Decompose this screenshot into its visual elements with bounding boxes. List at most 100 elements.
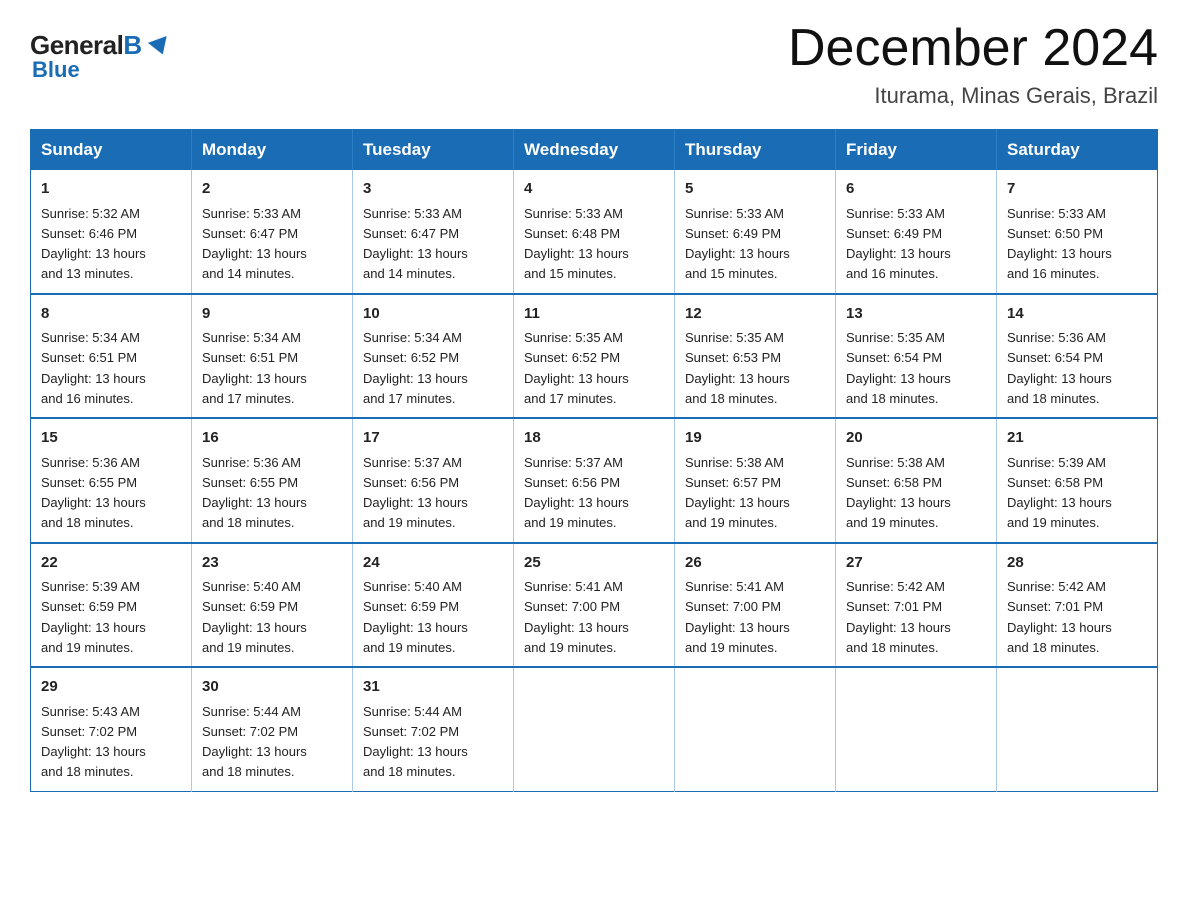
day-info: Sunrise: 5:38 AMSunset: 6:58 PMDaylight:…: [846, 455, 951, 531]
calendar-cell: 30 Sunrise: 5:44 AMSunset: 7:02 PMDaylig…: [192, 667, 353, 791]
day-number: 11: [524, 303, 664, 326]
calendar-cell: 15 Sunrise: 5:36 AMSunset: 6:55 PMDaylig…: [31, 418, 192, 543]
day-info: Sunrise: 5:42 AMSunset: 7:01 PMDaylight:…: [846, 579, 951, 655]
calendar-cell: 19 Sunrise: 5:38 AMSunset: 6:57 PMDaylig…: [675, 418, 836, 543]
header-cell-thursday: Thursday: [675, 130, 836, 171]
calendar-cell: 11 Sunrise: 5:35 AMSunset: 6:52 PMDaylig…: [514, 294, 675, 419]
calendar-cell: 13 Sunrise: 5:35 AMSunset: 6:54 PMDaylig…: [836, 294, 997, 419]
day-info: Sunrise: 5:35 AMSunset: 6:52 PMDaylight:…: [524, 330, 629, 406]
logo-blue-letter: B: [123, 30, 142, 60]
day-number: 10: [363, 303, 503, 326]
calendar-cell: 27 Sunrise: 5:42 AMSunset: 7:01 PMDaylig…: [836, 543, 997, 668]
header-cell-tuesday: Tuesday: [353, 130, 514, 171]
calendar-cell: 2 Sunrise: 5:33 AMSunset: 6:47 PMDayligh…: [192, 170, 353, 294]
day-number: 4: [524, 178, 664, 201]
header: General B Blue December 2024 Iturama, Mi…: [30, 20, 1158, 109]
day-number: 17: [363, 427, 503, 450]
day-info: Sunrise: 5:34 AMSunset: 6:51 PMDaylight:…: [202, 330, 307, 406]
calendar-week-1: 1 Sunrise: 5:32 AMSunset: 6:46 PMDayligh…: [31, 170, 1158, 294]
page-title: December 2024: [788, 20, 1158, 77]
calendar-cell: 5 Sunrise: 5:33 AMSunset: 6:49 PMDayligh…: [675, 170, 836, 294]
calendar-cell: 3 Sunrise: 5:33 AMSunset: 6:47 PMDayligh…: [353, 170, 514, 294]
day-info: Sunrise: 5:41 AMSunset: 7:00 PMDaylight:…: [524, 579, 629, 655]
calendar-cell: 1 Sunrise: 5:32 AMSunset: 6:46 PMDayligh…: [31, 170, 192, 294]
day-info: Sunrise: 5:36 AMSunset: 6:55 PMDaylight:…: [41, 455, 146, 531]
day-info: Sunrise: 5:36 AMSunset: 6:55 PMDaylight:…: [202, 455, 307, 531]
day-number: 12: [685, 303, 825, 326]
day-info: Sunrise: 5:34 AMSunset: 6:52 PMDaylight:…: [363, 330, 468, 406]
day-info: Sunrise: 5:33 AMSunset: 6:48 PMDaylight:…: [524, 206, 629, 282]
day-number: 3: [363, 178, 503, 201]
day-number: 14: [1007, 303, 1147, 326]
calendar-table: SundayMondayTuesdayWednesdayThursdayFrid…: [30, 129, 1158, 792]
subtitle: Iturama, Minas Gerais, Brazil: [788, 83, 1158, 109]
day-number: 7: [1007, 178, 1147, 201]
day-number: 21: [1007, 427, 1147, 450]
calendar-cell: 23 Sunrise: 5:40 AMSunset: 6:59 PMDaylig…: [192, 543, 353, 668]
calendar-cell: 10 Sunrise: 5:34 AMSunset: 6:52 PMDaylig…: [353, 294, 514, 419]
header-cell-friday: Friday: [836, 130, 997, 171]
calendar-cell: 7 Sunrise: 5:33 AMSunset: 6:50 PMDayligh…: [997, 170, 1158, 294]
calendar-cell: 4 Sunrise: 5:33 AMSunset: 6:48 PMDayligh…: [514, 170, 675, 294]
day-info: Sunrise: 5:44 AMSunset: 7:02 PMDaylight:…: [363, 704, 468, 780]
day-number: 24: [363, 552, 503, 575]
calendar-cell: 9 Sunrise: 5:34 AMSunset: 6:51 PMDayligh…: [192, 294, 353, 419]
day-number: 28: [1007, 552, 1147, 575]
header-cell-wednesday: Wednesday: [514, 130, 675, 171]
day-number: 29: [41, 676, 181, 699]
calendar-body: 1 Sunrise: 5:32 AMSunset: 6:46 PMDayligh…: [31, 170, 1158, 791]
day-info: Sunrise: 5:44 AMSunset: 7:02 PMDaylight:…: [202, 704, 307, 780]
day-info: Sunrise: 5:36 AMSunset: 6:54 PMDaylight:…: [1007, 330, 1112, 406]
calendar-cell: 26 Sunrise: 5:41 AMSunset: 7:00 PMDaylig…: [675, 543, 836, 668]
day-info: Sunrise: 5:37 AMSunset: 6:56 PMDaylight:…: [363, 455, 468, 531]
day-info: Sunrise: 5:32 AMSunset: 6:46 PMDaylight:…: [41, 206, 146, 282]
logo-blue-part: B: [123, 30, 169, 61]
header-cell-monday: Monday: [192, 130, 353, 171]
calendar-cell: 29 Sunrise: 5:43 AMSunset: 7:02 PMDaylig…: [31, 667, 192, 791]
day-info: Sunrise: 5:42 AMSunset: 7:01 PMDaylight:…: [1007, 579, 1112, 655]
day-info: Sunrise: 5:43 AMSunset: 7:02 PMDaylight:…: [41, 704, 146, 780]
calendar-cell: 14 Sunrise: 5:36 AMSunset: 6:54 PMDaylig…: [997, 294, 1158, 419]
day-info: Sunrise: 5:37 AMSunset: 6:56 PMDaylight:…: [524, 455, 629, 531]
title-area: December 2024 Iturama, Minas Gerais, Bra…: [788, 20, 1158, 109]
calendar-cell: 6 Sunrise: 5:33 AMSunset: 6:49 PMDayligh…: [836, 170, 997, 294]
day-number: 30: [202, 676, 342, 699]
logo-triangle-icon: [147, 36, 171, 58]
day-number: 19: [685, 427, 825, 450]
day-info: Sunrise: 5:39 AMSunset: 6:59 PMDaylight:…: [41, 579, 146, 655]
calendar-cell: 16 Sunrise: 5:36 AMSunset: 6:55 PMDaylig…: [192, 418, 353, 543]
calendar-week-4: 22 Sunrise: 5:39 AMSunset: 6:59 PMDaylig…: [31, 543, 1158, 668]
day-info: Sunrise: 5:41 AMSunset: 7:00 PMDaylight:…: [685, 579, 790, 655]
day-number: 18: [524, 427, 664, 450]
day-number: 2: [202, 178, 342, 201]
calendar-cell: 21 Sunrise: 5:39 AMSunset: 6:58 PMDaylig…: [997, 418, 1158, 543]
calendar-cell: 20 Sunrise: 5:38 AMSunset: 6:58 PMDaylig…: [836, 418, 997, 543]
day-number: 9: [202, 303, 342, 326]
day-info: Sunrise: 5:34 AMSunset: 6:51 PMDaylight:…: [41, 330, 146, 406]
day-number: 23: [202, 552, 342, 575]
calendar-cell: 31 Sunrise: 5:44 AMSunset: 7:02 PMDaylig…: [353, 667, 514, 791]
day-number: 1: [41, 178, 181, 201]
day-number: 26: [685, 552, 825, 575]
calendar-cell: 12 Sunrise: 5:35 AMSunset: 6:53 PMDaylig…: [675, 294, 836, 419]
day-info: Sunrise: 5:38 AMSunset: 6:57 PMDaylight:…: [685, 455, 790, 531]
header-row: SundayMondayTuesdayWednesdayThursdayFrid…: [31, 130, 1158, 171]
calendar-week-3: 15 Sunrise: 5:36 AMSunset: 6:55 PMDaylig…: [31, 418, 1158, 543]
calendar-cell: 22 Sunrise: 5:39 AMSunset: 6:59 PMDaylig…: [31, 543, 192, 668]
header-cell-saturday: Saturday: [997, 130, 1158, 171]
day-info: Sunrise: 5:35 AMSunset: 6:53 PMDaylight:…: [685, 330, 790, 406]
day-number: 6: [846, 178, 986, 201]
calendar-cell: [675, 667, 836, 791]
calendar-cell: [997, 667, 1158, 791]
day-number: 5: [685, 178, 825, 201]
day-info: Sunrise: 5:35 AMSunset: 6:54 PMDaylight:…: [846, 330, 951, 406]
calendar-cell: 24 Sunrise: 5:40 AMSunset: 6:59 PMDaylig…: [353, 543, 514, 668]
calendar-cell: 25 Sunrise: 5:41 AMSunset: 7:00 PMDaylig…: [514, 543, 675, 668]
calendar-cell: 8 Sunrise: 5:34 AMSunset: 6:51 PMDayligh…: [31, 294, 192, 419]
day-number: 25: [524, 552, 664, 575]
day-info: Sunrise: 5:39 AMSunset: 6:58 PMDaylight:…: [1007, 455, 1112, 531]
calendar-week-2: 8 Sunrise: 5:34 AMSunset: 6:51 PMDayligh…: [31, 294, 1158, 419]
day-info: Sunrise: 5:40 AMSunset: 6:59 PMDaylight:…: [202, 579, 307, 655]
day-number: 13: [846, 303, 986, 326]
day-number: 15: [41, 427, 181, 450]
